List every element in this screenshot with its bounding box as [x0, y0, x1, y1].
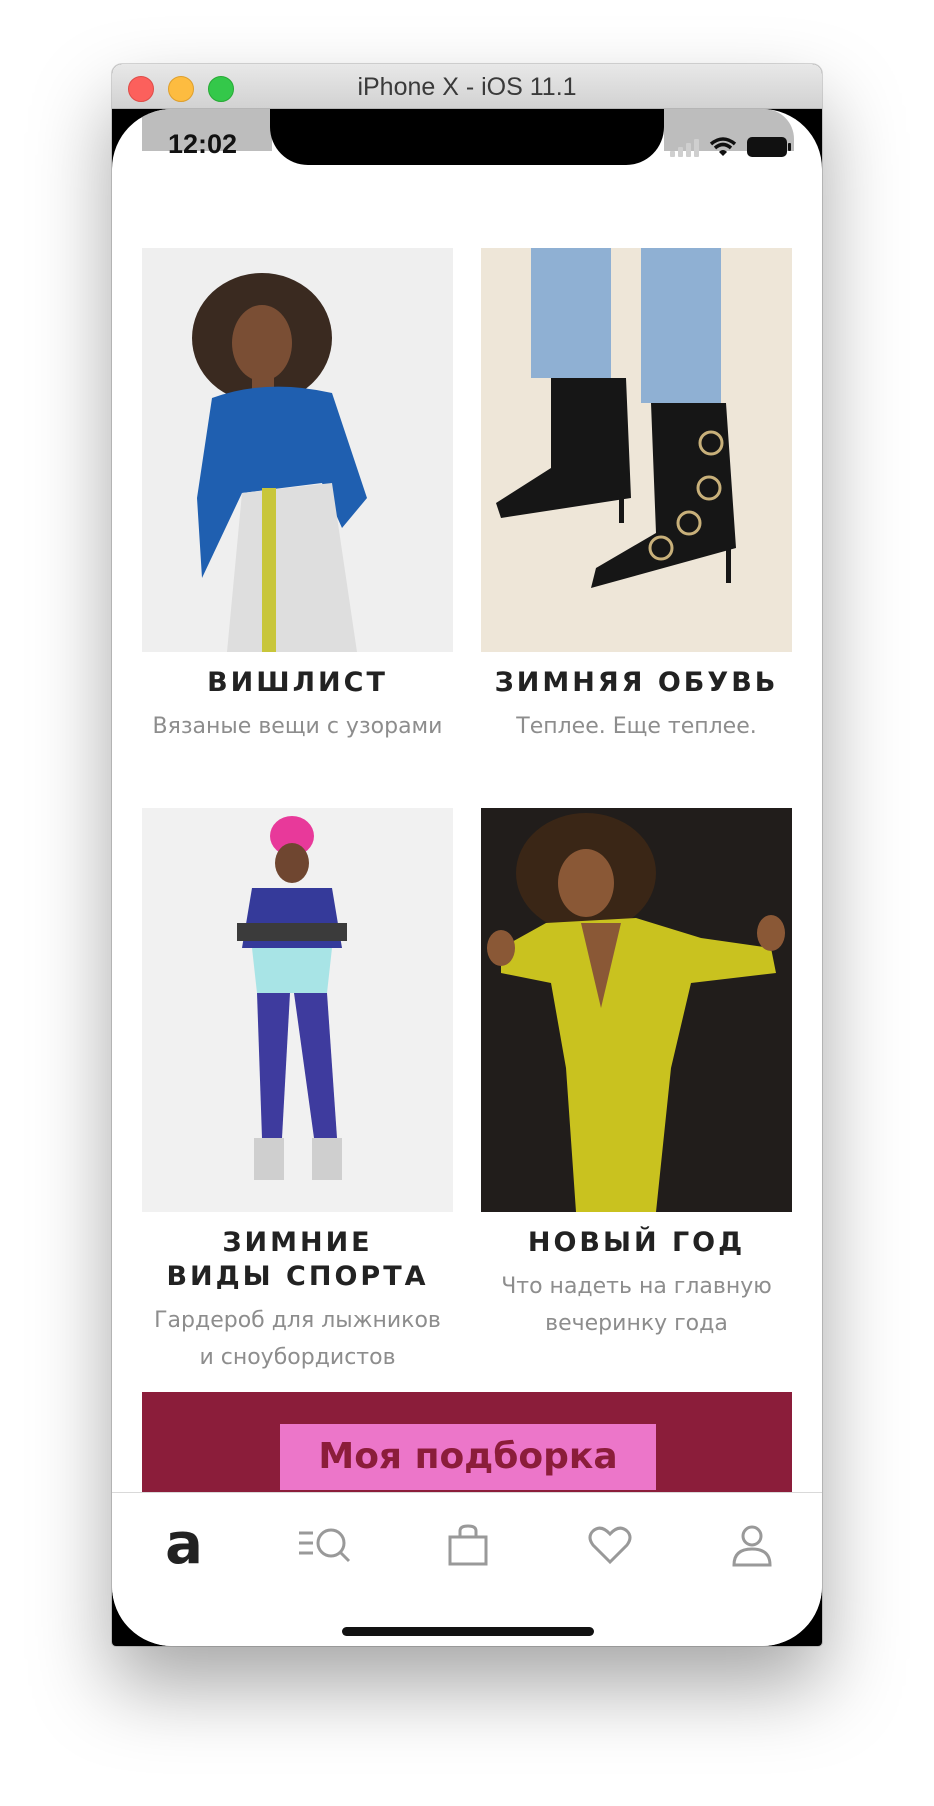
collection-subtitle: Что надеть на главную вечеринку года: [481, 1268, 792, 1342]
collection-subtitle: Вязаные вещи с узорами: [152, 714, 443, 739]
battery-icon: [747, 137, 791, 157]
tab-bag[interactable]: [438, 1515, 498, 1575]
collection-title: НОВЫЙ ГОД: [527, 1227, 746, 1258]
my-selection-button[interactable]: Моя подборка: [280, 1424, 656, 1490]
collection-card-wishlist[interactable]: ВИШЛИСТ Вязаные вещи с узорами: [142, 248, 453, 745]
collection-subtitle-line: Что надеть на главную: [501, 1274, 772, 1299]
collection-subtitle-line: и сноубордистов: [199, 1345, 396, 1370]
cellular-signal-icon: [670, 139, 699, 157]
collection-card-winter-sports[interactable]: ЗИМНИЕ ВИДЫ СПОРТА Гардероб для лыжников…: [142, 808, 453, 1376]
profile-icon: [732, 1525, 772, 1567]
collection-card-new-year[interactable]: НОВЫЙ ГОД Что надеть на главную вечеринк…: [481, 808, 792, 1342]
collection-subtitle-line: вечеринку года: [545, 1311, 728, 1336]
collection-subtitle: Теплее. Еще теплее.: [516, 714, 757, 739]
tab-favorites[interactable]: [580, 1515, 640, 1575]
simulator-window: iPhone X - iOS 11.1 12:02 ВИШЛИСТ Вязаны…: [112, 64, 822, 1646]
collection-image-wishlist: [142, 248, 453, 652]
collection-title-line: ВИДЫ СПОРТА: [166, 1261, 429, 1292]
collection-title: ЗИМНЯЯ ОБУВЬ: [494, 667, 779, 698]
window-title: iPhone X - iOS 11.1: [357, 73, 577, 101]
collection-title: ЗИМНИЕ ВИДЫ СПОРТА: [142, 1226, 453, 1294]
home-logo-icon: a: [165, 1512, 203, 1577]
collection-card-winter-shoes[interactable]: ЗИМНЯЯ ОБУВЬ Теплее. Еще теплее.: [481, 248, 792, 745]
tab-home[interactable]: a: [154, 1515, 214, 1575]
collection-image-winter-sports: [142, 808, 453, 1212]
collection-subtitle: Гардероб для лыжников и сноубордистов: [142, 1302, 453, 1376]
heart-icon: [588, 1526, 632, 1565]
tab-bar: a: [112, 1492, 822, 1646]
notch: [270, 109, 664, 165]
bag-icon: [448, 1524, 488, 1566]
tab-catalog[interactable]: [296, 1515, 356, 1575]
catalog-search-icon: [299, 1528, 351, 1563]
phone-screen: 12:02 ВИШЛИСТ Вязаные вещи с узорами ЗИМ…: [112, 109, 822, 1646]
home-indicator: [342, 1627, 594, 1636]
wifi-icon: [709, 137, 737, 156]
status-time: 12:02: [168, 129, 238, 159]
collection-image-winter-shoes: [481, 248, 792, 652]
tab-profile[interactable]: [722, 1515, 782, 1575]
collection-title-line: ЗИМНИЕ: [222, 1227, 373, 1258]
collection-subtitle-line: Гардероб для лыжников: [154, 1308, 441, 1333]
collection-title: ВИШЛИСТ: [207, 667, 388, 698]
status-icons: [670, 137, 791, 157]
window-titlebar: iPhone X - iOS 11.1: [112, 64, 822, 109]
collection-image-new-year: [481, 808, 792, 1212]
